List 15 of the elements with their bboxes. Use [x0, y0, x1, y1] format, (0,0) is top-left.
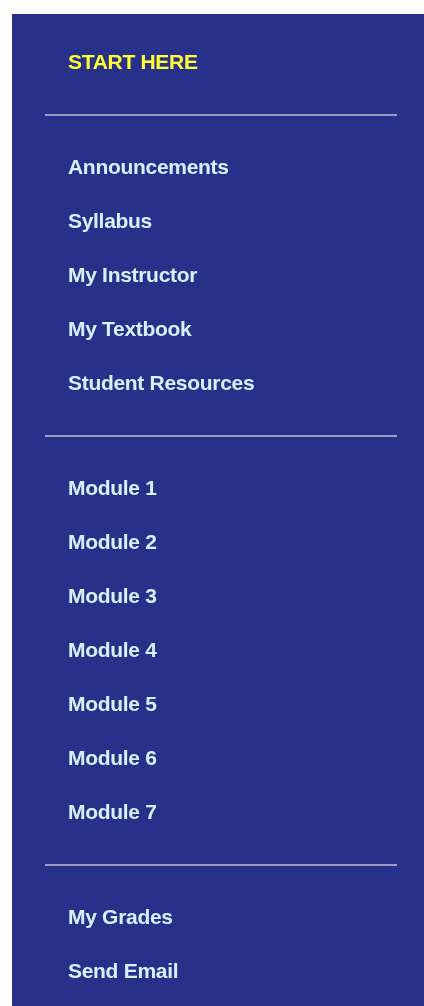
menu-link[interactable]: My Textbook [68, 317, 192, 341]
menu-link[interactable]: Announcements [68, 155, 229, 179]
menu-link[interactable]: Module 4 [68, 638, 157, 662]
menu-link[interactable]: Module 7 [68, 800, 157, 824]
menu-link[interactable]: My Instructor [68, 263, 198, 287]
menu-link[interactable]: Module 6 [68, 746, 157, 770]
menu-link[interactable]: Syllabus [68, 209, 152, 233]
menu-link[interactable]: Module 1 [68, 476, 157, 500]
menu-link[interactable]: Student Resources [68, 371, 255, 395]
menu-link[interactable]: Module 2 [68, 530, 157, 554]
start-here-link[interactable]: START HERE [68, 50, 198, 74]
menu-link[interactable]: Module 3 [68, 584, 157, 608]
menu-link[interactable]: Send Email [68, 959, 179, 983]
menu-link[interactable]: Module 5 [68, 692, 157, 716]
menu-link[interactable]: My Grades [68, 905, 173, 929]
